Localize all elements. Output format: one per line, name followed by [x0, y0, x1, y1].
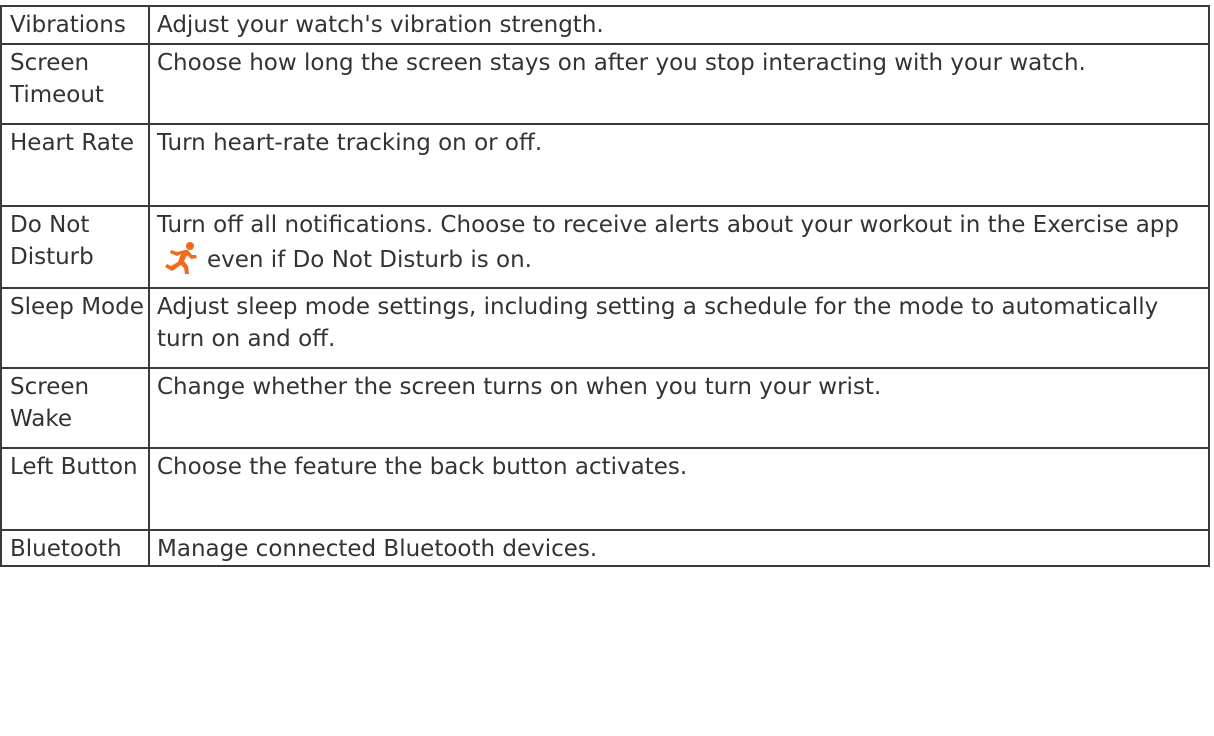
setting-description: Turn off all notifications. Choose to re… [148, 205, 1210, 289]
setting-description: Choose how long the screen stays on afte… [148, 43, 1210, 125]
setting-name: Screen Timeout [0, 43, 150, 125]
table-row: Heart Rate Turn heart-rate tracking on o… [0, 123, 1210, 207]
description-text: Turn off all notifications. Choose to re… [157, 212, 1179, 238]
settings-table: Vibrations Adjust your watch's vibration… [0, 5, 1210, 567]
description-text: button activates. [491, 454, 688, 480]
setting-description: Adjust your watch's vibration strength. [148, 5, 1210, 45]
setting-description: Change whether the screen turns on when … [148, 367, 1210, 449]
table-row: Screen Timeout Choose how long the scree… [0, 43, 1210, 125]
setting-description: Turn heart-rate tracking on or off. [148, 123, 1210, 207]
button-name: back [429, 454, 485, 480]
setting-name: Sleep Mode [0, 287, 150, 369]
setting-description: Choose the feature the back button activ… [148, 447, 1210, 531]
table-row: Bluetooth Manage connected Bluetooth dev… [0, 529, 1210, 567]
setting-name: Vibrations [0, 5, 150, 45]
table-row: Left Button Choose the feature the back … [0, 447, 1210, 531]
setting-name: Bluetooth [0, 529, 150, 567]
setting-name: Heart Rate [0, 123, 150, 207]
description-text: even if Do Not Disturb is on. [207, 247, 532, 273]
table-row: Sleep Mode Adjust sleep mode settings, i… [0, 287, 1210, 369]
description-text: Choose the feature the [157, 454, 423, 480]
setting-name: Do Not Disturb [0, 205, 150, 289]
table-row: Vibrations Adjust your watch's vibration… [0, 5, 1210, 45]
setting-description: Adjust sleep mode settings, including se… [148, 287, 1210, 369]
table-row: Screen Wake Change whether the screen tu… [0, 367, 1210, 449]
setting-name: Left Button [0, 447, 150, 531]
exercise-runner-icon [161, 241, 201, 275]
table-row: Do Not Disturb Turn off all notification… [0, 205, 1210, 289]
setting-description: Manage connected Bluetooth devices. [148, 529, 1210, 567]
setting-name: Screen Wake [0, 367, 150, 449]
